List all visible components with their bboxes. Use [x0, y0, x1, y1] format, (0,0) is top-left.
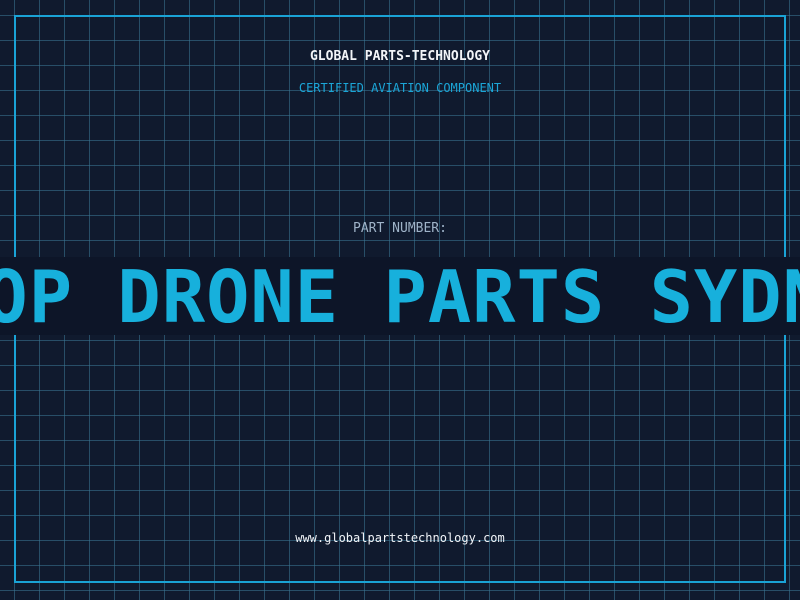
brand-subtitle: CERTIFIED AVIATION COMPONENT — [298, 81, 502, 95]
part-number-label: PART NUMBER: — [353, 221, 447, 236]
brand-title: GLOBAL PARTS-TECHNOLOGY — [309, 49, 490, 64]
website-link[interactable]: www.globalpartstechnology.com — [0, 531, 800, 545]
part-number-banner: TOP DRONE PARTS SYDNEY — [0, 257, 800, 335]
certificate-screen: GLOBAL PARTS-TECHNOLOGY CERTIFIED AVIATI… — [0, 0, 800, 600]
part-number-value: TOP DRONE PARTS SYDNEY — [0, 257, 800, 335]
